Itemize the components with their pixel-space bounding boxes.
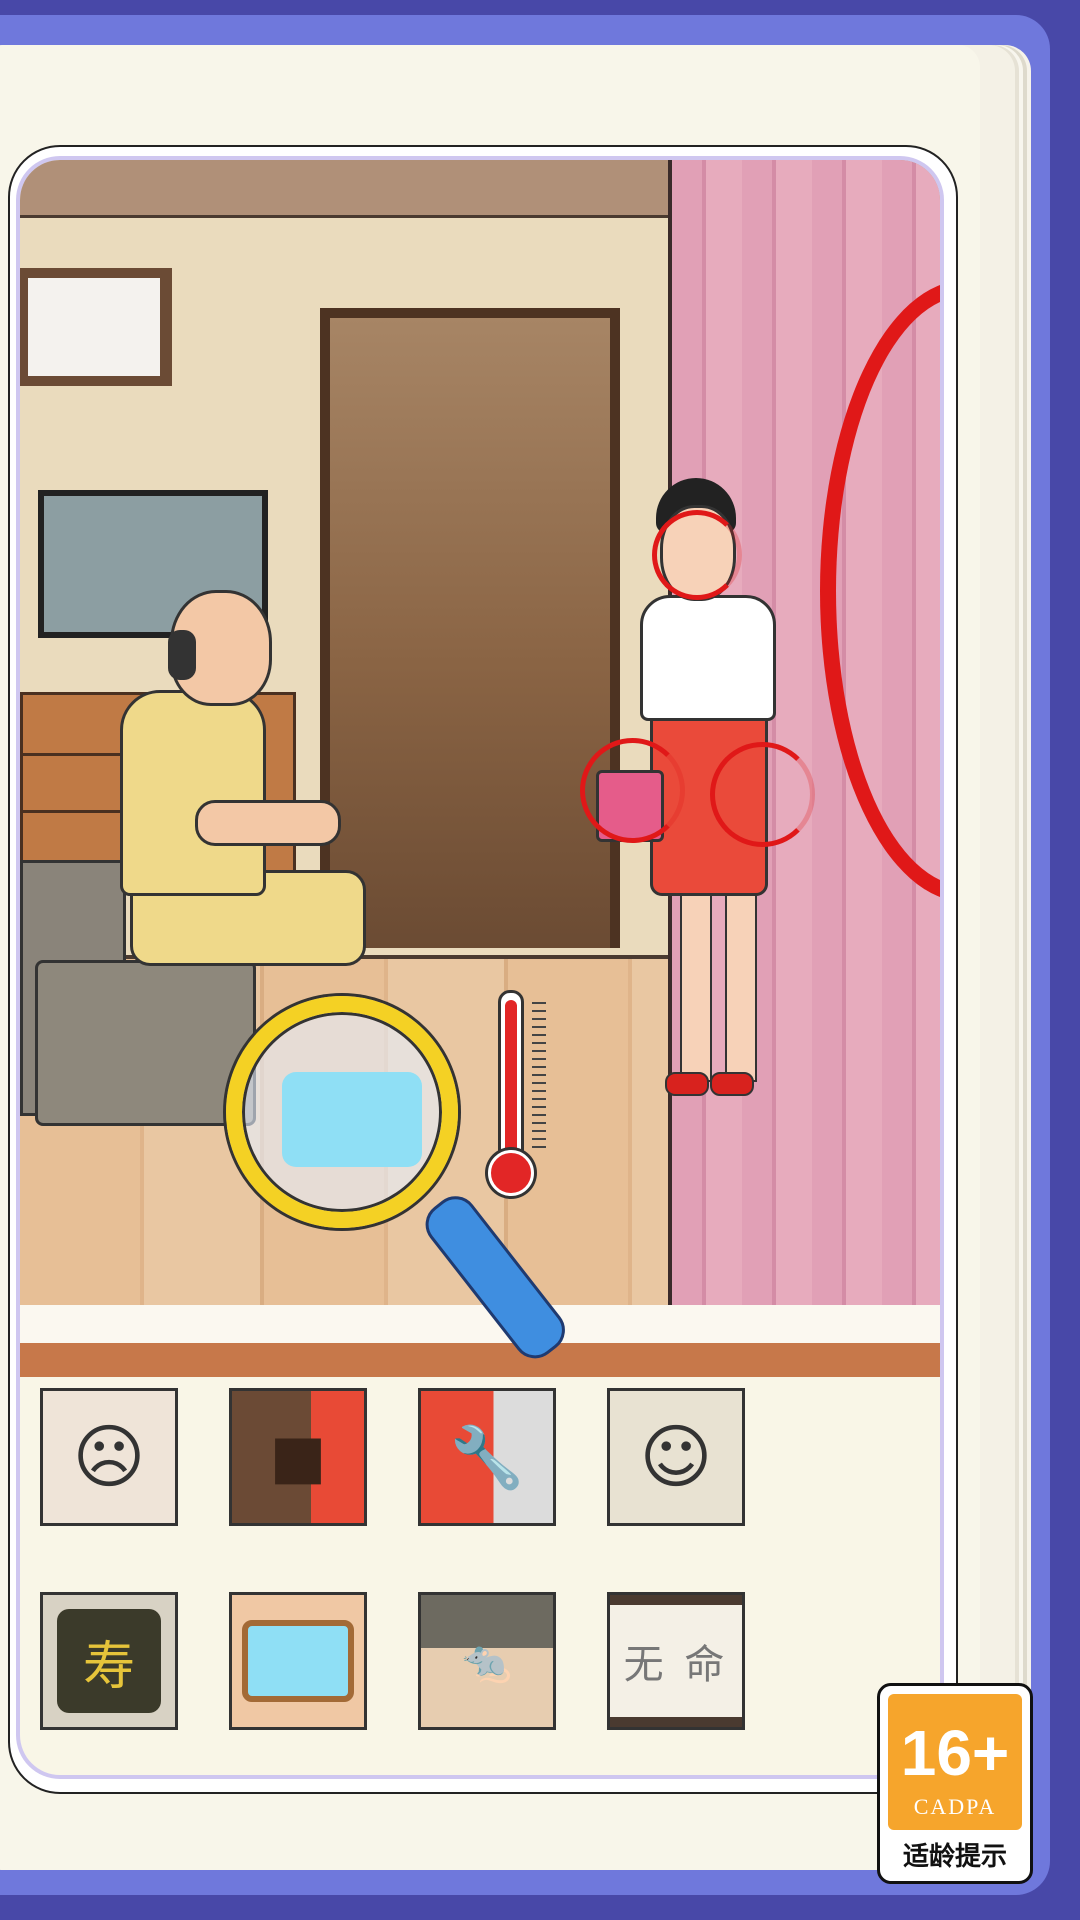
old-man-arm[interactable] <box>195 800 341 846</box>
clue-tile-rats[interactable]: 🐀 <box>418 1592 556 1730</box>
wall-picture[interactable] <box>20 268 172 386</box>
woman-leg-left <box>680 888 712 1082</box>
door[interactable] <box>320 308 620 948</box>
hint-circle-toolbox <box>580 738 685 843</box>
old-man-hair <box>168 630 196 680</box>
age-rating-box: 16+ CADPA <box>888 1694 1022 1830</box>
scene-image[interactable] <box>20 160 940 1310</box>
rats-icon: 🐀 <box>462 1638 512 1685</box>
clue-tile-crying-woman[interactable]: ☹ <box>40 1388 178 1526</box>
hint-circle-hand <box>710 742 815 847</box>
age-rating-value: 16+ <box>900 1717 1010 1789</box>
jacket-icon: 寿 <box>57 1609 161 1713</box>
crying-woman-icon: ☹ <box>72 1416 146 1498</box>
red-shoe-left[interactable] <box>665 1072 709 1096</box>
puzzle-card: ☹ ■ 🔧 ☺ 寿 🐀 无 命 <box>20 160 940 1775</box>
clue-tile-wooden-box[interactable]: ■ <box>229 1388 367 1526</box>
clue-tile-scroll[interactable]: 无 命 <box>607 1592 745 1730</box>
old-man[interactable] <box>120 690 266 896</box>
wrench-icon: 🔧 <box>449 1422 525 1493</box>
age-rating-badge: 16+ CADPA 适龄提示 <box>877 1683 1033 1884</box>
red-shoe-right[interactable] <box>710 1072 754 1096</box>
foot-basin-icon <box>232 1595 364 1727</box>
thermometer-icon <box>488 990 546 1200</box>
scene-divider-band <box>20 1343 940 1377</box>
clue-tile-smiling-woman[interactable]: ☺ <box>607 1388 745 1526</box>
smiling-woman-icon: ☺ <box>639 1416 713 1498</box>
scene-bottom-strip <box>20 1305 940 1343</box>
clue-tile-shou-jacket[interactable]: 寿 <box>40 1592 178 1730</box>
magnified-basin <box>282 1072 422 1167</box>
magnifier-icon[interactable] <box>226 996 574 1368</box>
age-rating-org: CADPA <box>913 1794 997 1819</box>
white-shirt[interactable] <box>640 595 776 721</box>
clue-tile-wrench[interactable]: 🔧 <box>418 1388 556 1526</box>
age-rating-label: 适龄提示 <box>902 1842 1007 1872</box>
wooden-box-icon: ■ <box>269 1422 327 1492</box>
clue-tile-foot-basin[interactable] <box>229 1592 367 1730</box>
woman-leg-right <box>725 888 757 1082</box>
hint-circle-face <box>652 510 742 600</box>
magnifier-lens[interactable] <box>226 996 458 1228</box>
sofa[interactable] <box>35 960 256 1126</box>
scroll-icon: 无 命 <box>623 1642 729 1688</box>
